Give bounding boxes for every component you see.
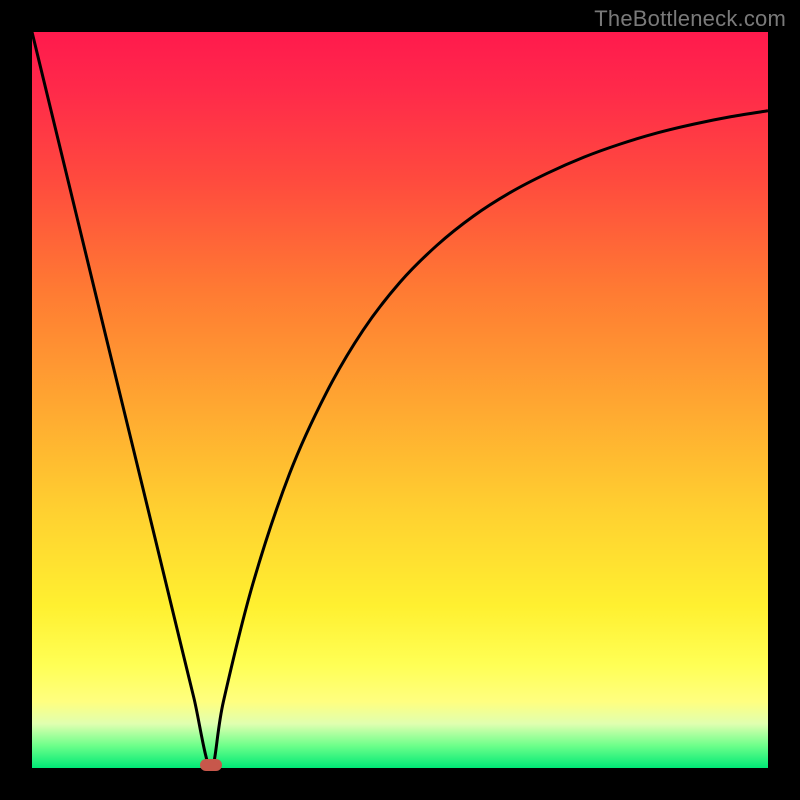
curve-line	[32, 32, 768, 768]
watermark-text: TheBottleneck.com	[594, 6, 786, 32]
minimum-marker	[200, 759, 222, 771]
bottleneck-curve	[32, 32, 768, 768]
chart-frame: TheBottleneck.com	[0, 0, 800, 800]
